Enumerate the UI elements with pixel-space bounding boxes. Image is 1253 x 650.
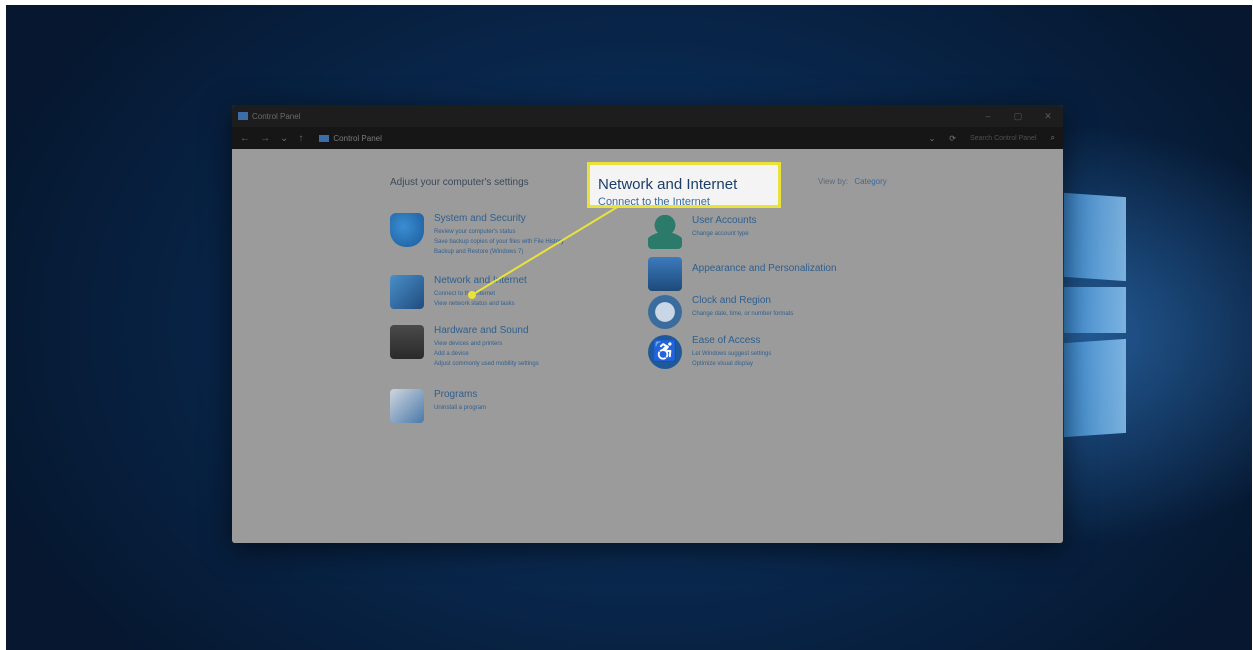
title-bar: Control Panel – ▢ ✕ <box>232 105 1063 127</box>
category-link[interactable]: Adjust commonly used mobility settings <box>434 359 539 369</box>
search-input[interactable]: Search Control Panel <box>970 135 1037 142</box>
refresh-icon[interactable]: ⟳ <box>949 134 956 143</box>
network-icon <box>390 275 424 309</box>
callout-box: Network and Internet Connect to the Inte… <box>587 162 781 208</box>
address-bar: ← → ⌄ ↑ Control Panel ⌄ ⟳ Search Control… <box>232 127 1063 149</box>
breadcrumb[interactable]: Control Panel <box>333 134 381 143</box>
control-panel-path-icon <box>319 134 330 142</box>
category-appearance: Appearance and Personalization <box>648 257 837 291</box>
clock-icon <box>648 295 682 329</box>
callout-subtitle: Connect to the Internet <box>598 196 710 208</box>
category-title[interactable]: Clock and Region <box>692 295 793 306</box>
view-by-dropdown[interactable]: Category <box>854 177 886 186</box>
category-link[interactable]: Save backup copies of your files with Fi… <box>434 237 564 247</box>
category-title[interactable]: Ease of Access <box>692 335 771 346</box>
category-link[interactable]: Let Windows suggest settings <box>692 349 771 359</box>
control-panel-icon <box>238 112 248 120</box>
control-panel-content: Adjust your computer's settings View by:… <box>232 149 1063 543</box>
category-ease-of-access: ♿ Ease of Access Let Windows suggest set… <box>648 335 771 369</box>
forward-button[interactable]: → <box>260 133 270 144</box>
close-button[interactable]: ✕ <box>1033 111 1063 122</box>
category-title[interactable]: System and Security <box>434 213 564 224</box>
printer-icon <box>390 325 424 359</box>
category-link[interactable]: View network status and tasks <box>434 299 527 309</box>
callout-title: Network and Internet <box>598 176 738 193</box>
category-network-internet: Network and Internet Connect to the Inte… <box>390 275 527 309</box>
category-link[interactable]: Review your computer's status <box>434 227 564 237</box>
appearance-icon <box>648 257 682 291</box>
category-hardware-sound: Hardware and Sound View devices and prin… <box>390 325 539 369</box>
back-button[interactable]: ← <box>240 133 250 144</box>
category-title[interactable]: Hardware and Sound <box>434 325 539 336</box>
category-user-accounts: User Accounts Change account type <box>648 215 756 249</box>
category-link[interactable]: Uninstall a program <box>434 403 486 413</box>
windows-logo <box>1064 175 1134 475</box>
recent-locations-button[interactable]: ⌄ <box>280 133 288 144</box>
category-title[interactable]: User Accounts <box>692 215 756 226</box>
view-by-label: View by: <box>818 177 849 186</box>
category-link[interactable]: Add a device <box>434 349 539 359</box>
category-link[interactable]: Backup and Restore (Windows 7) <box>434 247 564 257</box>
maximize-button[interactable]: ▢ <box>1003 111 1033 122</box>
category-title[interactable]: Network and Internet <box>434 275 527 286</box>
desktop-background: Control Panel – ▢ ✕ ← → ⌄ ↑ Control Pane… <box>6 5 1252 650</box>
minimize-button[interactable]: – <box>973 111 1003 122</box>
category-title[interactable]: Appearance and Personalization <box>692 263 837 274</box>
category-clock-region: Clock and Region Change date, time, or n… <box>648 295 793 329</box>
programs-icon <box>390 389 424 423</box>
up-button[interactable]: ↑ <box>298 133 303 144</box>
category-link[interactable]: Change account type <box>692 229 756 239</box>
category-system-security: System and Security Review your computer… <box>390 213 564 257</box>
user-icon <box>648 215 682 249</box>
category-link[interactable]: View devices and printers <box>434 339 539 349</box>
search-icon[interactable]: ⌕ <box>1051 133 1055 143</box>
accessibility-icon: ♿ <box>648 335 682 369</box>
category-title[interactable]: Programs <box>434 389 486 400</box>
page-title: Adjust your computer's settings <box>390 177 529 188</box>
window-title: Control Panel <box>252 111 301 121</box>
category-programs: Programs Uninstall a program <box>390 389 486 423</box>
view-by: View by: Category <box>818 177 887 186</box>
category-link[interactable]: Optimize visual display <box>692 359 771 369</box>
category-link[interactable]: Connect to the Internet <box>434 289 527 299</box>
address-dropdown-icon[interactable]: ⌄ <box>929 134 936 143</box>
category-link[interactable]: Change date, time, or number formats <box>692 309 793 319</box>
shield-icon <box>390 213 424 247</box>
